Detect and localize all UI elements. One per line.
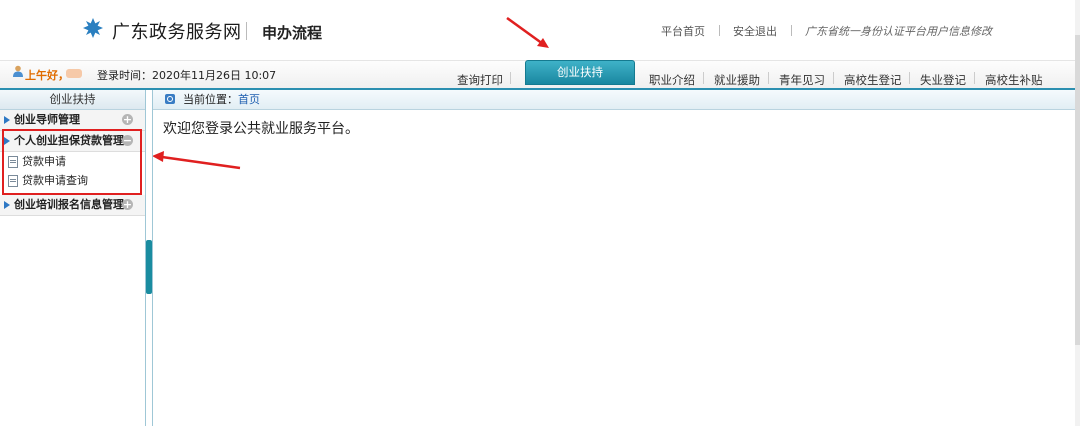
sidebar-group-label: 创业导师管理: [14, 113, 80, 126]
sidebar-title: 创业扶持: [0, 90, 145, 110]
expand-icon[interactable]: +: [122, 114, 133, 125]
page-scrollbar[interactable]: [1075, 0, 1080, 426]
arrow-right-icon: [4, 201, 10, 209]
location-icon: [165, 94, 175, 104]
nav-item-unemployment-registration[interactable]: 失业登记: [920, 72, 966, 88]
breadcrumb-label: 当前位置：: [183, 93, 238, 106]
nav-item-query-print[interactable]: 查询打印: [457, 72, 503, 88]
brand-divider: [246, 22, 247, 40]
link-divider: [790, 25, 792, 36]
nav-item-graduate-registration[interactable]: 高校生登记: [844, 72, 902, 88]
page-subtitle: 申办流程: [262, 24, 323, 42]
top-links: 平台首页 安全退出 广东省统一身份认证平台用户信息修改: [661, 23, 992, 39]
portal-brand: 广东政务服务网: [112, 22, 242, 43]
breadcrumb: 当前位置：首页: [153, 90, 1075, 110]
annotation-arrow-icon: [506, 16, 549, 48]
user-icon: [13, 65, 23, 77]
nav-divider: [510, 72, 511, 84]
login-time: 登录时间：2020年11月26日 10:07: [97, 69, 277, 82]
annotation-highlight-box: [2, 129, 142, 195]
sidebar-group-label: 创业培训报名信息管理: [14, 198, 124, 211]
sidebar-group-training[interactable]: 创业培训报名信息管理 +: [0, 195, 145, 216]
nav-divider: [768, 72, 769, 84]
portal-logo-icon: [83, 18, 103, 38]
breadcrumb-home-link[interactable]: 首页: [238, 93, 260, 106]
nav-item-graduate-subsidy[interactable]: 高校生补贴: [985, 72, 1043, 88]
nav-item-youth-internship[interactable]: 青年见习: [779, 72, 825, 88]
nav-divider: [909, 72, 910, 84]
nav-divider: [974, 72, 975, 84]
nav-item-employment-aid[interactable]: 就业援助: [714, 72, 760, 88]
username-redacted: [66, 69, 82, 78]
link-divider: [718, 25, 720, 36]
nav-divider: [833, 72, 834, 84]
welcome-message: 欢迎您登录公共就业服务平台。: [163, 121, 359, 137]
home-link[interactable]: 平台首页: [661, 25, 705, 38]
arrow-right-icon: [4, 116, 10, 124]
expand-icon[interactable]: +: [122, 199, 133, 210]
nav-item-entrepreneurship-active[interactable]: 创业扶持: [525, 60, 635, 85]
main-content: 当前位置：首页 欢迎您登录公共就业服务平台。: [152, 90, 1076, 426]
scrollbar-thumb[interactable]: [1075, 35, 1080, 345]
sidebar-group-mentor[interactable]: 创业导师管理 +: [0, 110, 145, 131]
logout-link[interactable]: 安全退出: [733, 25, 777, 38]
header: 广东政务服务网 申办流程 平台首页 安全退出 广东省统一身份认证平台用户信息修改: [0, 0, 1080, 61]
nav-item-job-intro[interactable]: 职业介绍: [649, 72, 695, 88]
account-edit-link[interactable]: 广东省统一身份认证平台用户信息修改: [805, 25, 992, 38]
greeting: 上午好，: [25, 69, 69, 82]
nav-divider: [703, 72, 704, 84]
